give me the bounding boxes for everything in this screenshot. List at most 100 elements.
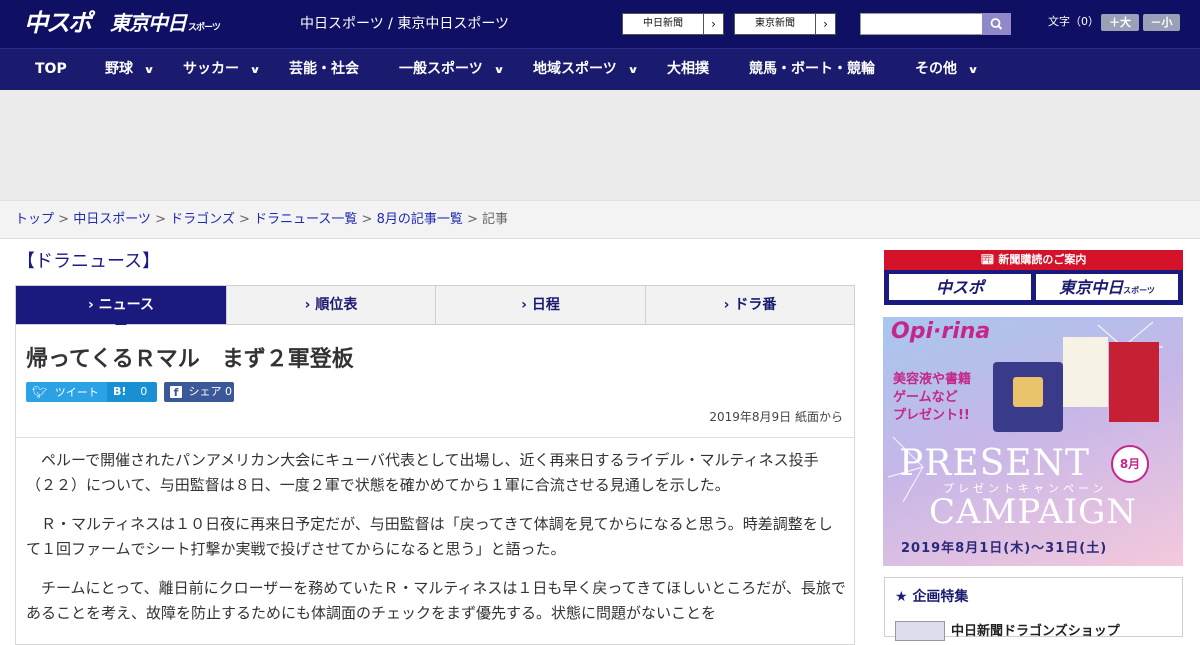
tokyo-chunichi-logo[interactable]: 東京中日 スポーツ — [110, 10, 221, 41]
banner-title1: PRESENT — [899, 443, 1091, 484]
breadcrumb-august-list[interactable]: 8月の記事一覧 — [377, 212, 463, 227]
nav-item-label: TOP — [35, 61, 67, 77]
tab-standings[interactable]: › 順位表 — [227, 286, 436, 324]
facebook-share-label: シェア 0 — [188, 385, 233, 398]
breadcrumb-chunichi-sports[interactable]: 中日スポーツ — [73, 212, 151, 227]
promo-tokyo-chunichi-button[interactable]: 東京中日スポーツ — [1035, 273, 1179, 301]
banner-period: 2019年8月1日(木)〜31日(土) — [901, 541, 1108, 556]
facebook-share-button[interactable]: f シェア 0 — [164, 382, 234, 402]
font-larger-button[interactable]: ＋大 — [1101, 14, 1139, 31]
tokyo-chunichi-logo-small: スポーツ — [188, 23, 221, 33]
breadcrumb-top[interactable]: トップ — [15, 212, 54, 227]
breadcrumb-sep: > — [462, 212, 483, 227]
nav-item-top[interactable]: TOP — [35, 49, 67, 90]
article-divider — [16, 437, 854, 438]
tab-label: ドラ番 — [734, 297, 777, 313]
chevron-right-icon: › — [815, 14, 835, 34]
nav-item-entertainment[interactable]: 芸能・社会 — [289, 49, 359, 90]
chevron-down-icon: ∨ — [249, 65, 261, 76]
twitter-icon: 🐦︎ — [32, 385, 48, 399]
special-feature-header: ★ 企画特集 — [895, 586, 968, 606]
search-button[interactable] — [982, 13, 1011, 35]
nav-item-local-sports[interactable]: 地域スポーツ ∨ — [533, 49, 639, 90]
main-nav: TOP 野球 ∨ サッカー ∨ 芸能・社会 一般スポーツ ∨ 地域スポーツ ∨ 大相撲 … — [0, 48, 1200, 90]
nav-item-label: 芸能・社会 — [289, 61, 359, 77]
tokyo-shimbun-link[interactable]: 東京新聞 › — [734, 13, 836, 35]
special-feature-box: ★ 企画特集 中日新聞ドラゴンズショップ — [884, 577, 1183, 641]
breadcrumb-dragons[interactable]: ドラゴンズ — [170, 212, 235, 227]
hatena-button[interactable]: B! 0 — [107, 382, 157, 402]
tokyo-shimbun-label: 東京新聞 — [755, 18, 795, 29]
article-date: 2019年8月9日 紙面から — [709, 410, 843, 424]
chuspo-logo[interactable]: 中スポ — [24, 8, 100, 38]
promo-title: 📰︎ 新聞購読のご案内 — [884, 250, 1183, 270]
section-title: 【ドラニュース】 — [17, 251, 161, 272]
nav-item-general-sports[interactable]: 一般スポーツ ∨ — [399, 49, 505, 90]
facebook-icon: f — [170, 386, 182, 399]
tab-doraban[interactable]: › ドラ番 — [646, 286, 854, 324]
chevron-right-icon: › — [521, 297, 532, 313]
nav-item-soccer[interactable]: サッカー ∨ — [183, 49, 261, 90]
special-feature-title: 企画特集 — [912, 589, 969, 605]
chevron-down-icon: ∨ — [143, 65, 155, 76]
subscription-promo[interactable]: 📰︎ 新聞購読のご案内 中スポ 東京中日スポーツ — [884, 250, 1183, 305]
tab-schedule[interactable]: › 日程 — [436, 286, 646, 324]
nav-item-baseball[interactable]: 野球 ∨ — [105, 49, 155, 90]
promo-tokyo-chunichi-small: スポーツ — [1123, 286, 1155, 295]
ribbon-icon: ★ — [895, 589, 913, 605]
article-headline: 帰ってくるＲマル まず２軍登板 — [26, 347, 354, 372]
promo-chuspo-button[interactable]: 中スポ — [888, 273, 1032, 301]
chevron-right-icon: › — [304, 297, 316, 313]
hatena-logo: B! — [113, 385, 127, 398]
chevron-right-icon: › — [703, 14, 723, 34]
nav-item-sumo[interactable]: 大相撲 — [667, 49, 709, 90]
nav-item-label: 地域スポーツ — [533, 61, 617, 77]
breadcrumb: トップ > 中日スポーツ > ドラゴンズ > ドラニュース一覧 > 8月の記事一… — [15, 211, 508, 229]
chevron-down-icon: ∨ — [493, 65, 505, 76]
breadcrumb-bar: トップ > 中日スポーツ > ドラゴンズ > ドラニュース一覧 > 8月の記事一… — [0, 200, 1200, 239]
banner-gifts-text: 美容液や書籍 ゲームなど プレゼント!! — [893, 372, 972, 423]
banner-title2: CAMPAIGN — [929, 492, 1138, 532]
tab-news[interactable]: › ニュース — [16, 286, 227, 324]
nav-item-label: 野球 — [105, 61, 133, 77]
tab-label: ニュース — [98, 297, 154, 313]
chunichi-shimbun-label: 中日新聞 — [643, 18, 683, 29]
breadcrumb-current: 記事 — [482, 212, 509, 227]
breadcrumb-dora-news-list[interactable]: ドラニュース一覧 — [254, 212, 357, 227]
breadcrumb-sep: > — [234, 212, 255, 227]
tab-bar: › ニュース › 順位表 › 日程 › ドラ番 — [15, 285, 855, 325]
present-campaign-banner[interactable]: Opi·rina 美容液や書籍 ゲームなど プレゼント!! PRESENT 8月… — [883, 317, 1183, 566]
banner-gifts: 美容液や書籍 ゲームなど プレゼント!! — [893, 371, 971, 425]
chevron-right-icon: › — [88, 297, 99, 313]
chevron-right-icon: › — [723, 297, 735, 313]
nav-item-other[interactable]: その他 ∨ — [915, 49, 979, 90]
banner-brand: Opi·rina — [891, 319, 991, 344]
chevron-down-icon: ∨ — [627, 65, 639, 76]
nav-item-label: 一般スポーツ — [399, 61, 483, 77]
special-feature-thumb[interactable] — [895, 621, 945, 641]
promo-tokyo-chunichi-text: 東京中日 — [1059, 278, 1124, 297]
banner-month: 8月 — [1111, 445, 1149, 483]
font-smaller-button[interactable]: －小 — [1143, 14, 1180, 31]
newspaper-icon: 📰︎ — [980, 253, 999, 266]
nav-item-keiba[interactable]: 競馬・ボート・競輪 — [749, 49, 875, 90]
breadcrumb-sep: > — [150, 212, 171, 227]
search-icon — [990, 18, 1003, 30]
tab-label: 順位表 — [315, 297, 358, 313]
tokyo-chunichi-logo-text: 東京中日 — [110, 11, 187, 35]
breadcrumb-sep: > — [357, 212, 377, 227]
site-name[interactable]: 中日スポーツ / 東京中日スポーツ — [300, 14, 509, 34]
breadcrumb-sep: > — [54, 212, 74, 227]
nav-item-label: 大相撲 — [667, 61, 709, 77]
chunichi-shimbun-link[interactable]: 中日新聞 › — [622, 13, 724, 35]
font-size-label: 文字（0） — [1048, 15, 1099, 28]
ad-area — [0, 90, 1200, 200]
article-paragraph: Ｒ・マルティネスは１０日夜に再来日予定だが、与田監督は「戻ってきて体調を見てから… — [26, 515, 833, 558]
nav-item-label: その他 — [915, 61, 957, 77]
nav-item-label: サッカー — [183, 61, 239, 77]
nav-item-label: 競馬・ボート・競輪 — [749, 61, 875, 77]
header-bar: 中スポ 東京中日 スポーツ 中日スポーツ / 東京中日スポーツ 中日新聞 › 東京… — [0, 0, 1200, 48]
article-paragraph: チームにとって、離日前にクローザーを務めていたＲ・マルティネスは１日も早く戻って… — [26, 579, 846, 622]
article-paragraph: ペルーで開催されたパンアメリカン大会にキューバ代表として出場し、近く再来日するラ… — [26, 451, 819, 494]
chevron-down-icon: ∨ — [967, 65, 979, 76]
